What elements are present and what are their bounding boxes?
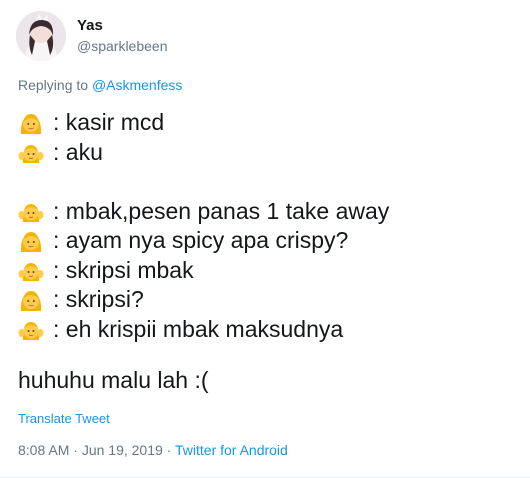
replying-prefix: Replying to [18,77,92,93]
tweet-line: : kasir mcd [18,108,518,138]
tweet-closing-text: huhuhu malu lah :( [18,367,209,393]
meta-separator: · [162,442,175,458]
user-handle[interactable]: @sparklebeen [77,38,168,54]
woman-emoji-icon [20,290,42,311]
tweet-line: : skripsi mbak [18,256,518,286]
tweet-line-text: : eh krispii mbak maksudnya [53,315,344,342]
tweet-gap [18,344,518,366]
woman-raising-hands-emoji-icon [18,145,44,164]
tweet-line: : aku [18,138,518,168]
tweet-closing-line: huhuhu malu lah :( [18,366,518,396]
tweet-line-text: : skripsi mbak [53,256,194,283]
meta-separator: · [69,442,82,458]
avatar[interactable] [16,11,66,61]
tweet-line-text: : kasir mcd [53,109,165,135]
reply-mention-link[interactable]: @Askmenfess [92,77,182,93]
woman-emoji-icon [20,231,42,252]
woman-raising-hands-emoji-icon [18,322,44,341]
tweet-line-text: : mbak,pesen panas 1 take away [53,197,390,224]
tweet-text: : kasir mcd : aku: mbak,pesen panas 1 t… [18,108,518,396]
tweet-source-link[interactable]: Twitter for Android [175,442,288,458]
tweet-line-text: : aku [53,138,103,165]
tweet-time[interactable]: 8:08 AM [18,442,69,458]
woman-emoji-icon [20,113,42,134]
tweet-line: : skripsi? [18,285,518,315]
replying-to: Replying to @Askmenfess [18,77,182,93]
tweet-line-text: : ayam nya spicy apa crispy? [53,227,349,253]
display-name[interactable]: Yas [77,17,103,34]
tweet-date[interactable]: Jun 19, 2019 [82,442,163,458]
tweet-line: : mbak,pesen panas 1 take away [18,197,518,227]
tweet-metadata: 8:08 AM · Jun 19, 2019 · Twitter for And… [18,442,288,458]
woman-raising-hands-emoji-icon [18,263,44,282]
woman-raising-hands-emoji-icon [18,204,44,223]
tweet-card: Yas @sparklebeen Replying to @Askmenfess… [0,0,530,478]
translate-tweet-link[interactable]: Translate Tweet [18,411,110,426]
tweet-line: : eh krispii mbak maksudnya [18,315,518,345]
tweet-line-text: : skripsi? [53,286,144,312]
tweet-line: : ayam nya spicy apa crispy? [18,226,518,256]
